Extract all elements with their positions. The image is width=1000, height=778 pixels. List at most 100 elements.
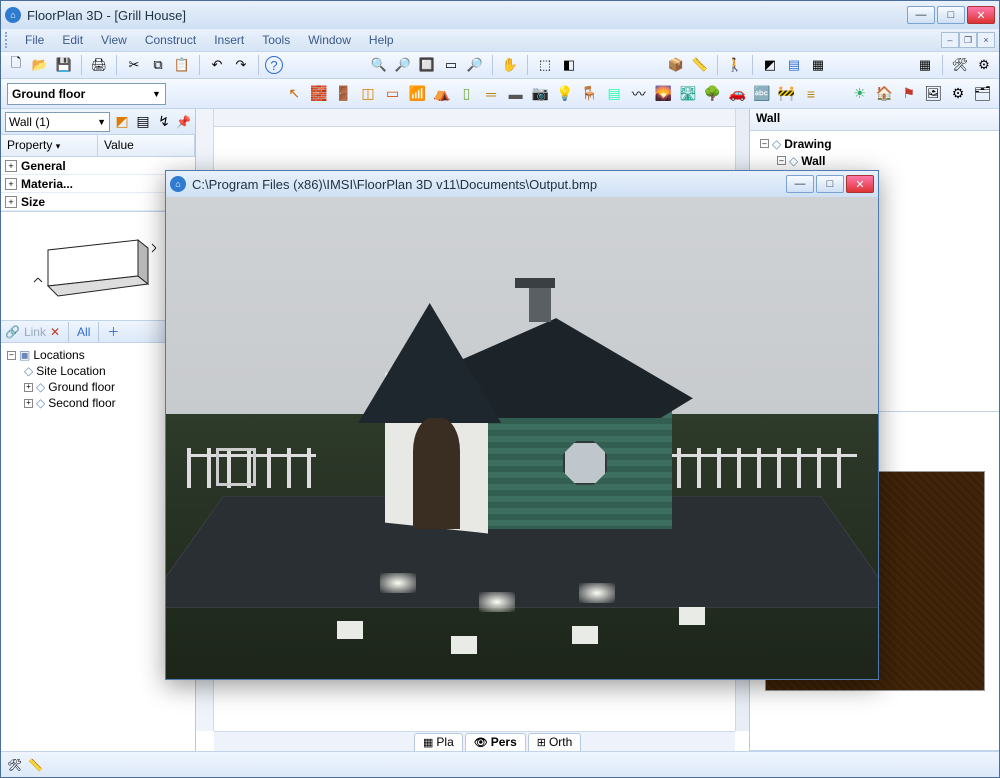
- open-icon[interactable]: 📂: [29, 54, 51, 76]
- path-icon[interactable]: 〰: [628, 83, 649, 105]
- render-output-window[interactable]: ⌂ C:\Program Files (x86)\IMSI\FloorPlan …: [165, 170, 879, 680]
- config-icon[interactable]: ⚙: [948, 83, 969, 105]
- image-icon[interactable]: 🖼: [923, 83, 944, 105]
- menu-edit[interactable]: Edit: [54, 31, 91, 49]
- menubar: File Edit View Construct Insert Tools Wi…: [1, 29, 999, 51]
- prop-tool1-icon[interactable]: ◩: [113, 113, 131, 131]
- slab-icon[interactable]: ▬: [505, 83, 526, 105]
- paste-icon[interactable]: 📋: [171, 54, 193, 76]
- zoom-window-icon[interactable]: 🔲: [416, 54, 438, 76]
- menu-file[interactable]: File: [17, 31, 52, 49]
- column-icon[interactable]: ▯: [456, 83, 477, 105]
- zoom-fit-icon[interactable]: ▭: [440, 54, 462, 76]
- dialog-minimize[interactable]: —: [786, 175, 814, 193]
- fence-icon[interactable]: 🚧: [776, 83, 797, 105]
- window-maximize[interactable]: □: [937, 6, 965, 24]
- plant-icon[interactable]: 🌳: [702, 83, 723, 105]
- window-icon[interactable]: ◫: [358, 83, 379, 105]
- palette-icon[interactable]: 🗂: [972, 83, 993, 105]
- menu-help[interactable]: Help: [361, 31, 402, 49]
- beam-icon[interactable]: ═: [481, 83, 502, 105]
- status-tool-icon[interactable]: 🛠: [7, 758, 22, 772]
- prop-tool3-icon[interactable]: ↯: [155, 113, 173, 131]
- tools2-icon[interactable]: ⚙: [973, 54, 995, 76]
- roof-icon[interactable]: ⛺: [432, 83, 453, 105]
- pan-icon[interactable]: ✋: [499, 54, 521, 76]
- tree-item-ground[interactable]: +◇Ground floor: [7, 379, 189, 395]
- value-col-header[interactable]: Value: [98, 135, 195, 156]
- tools1-icon[interactable]: 🛠: [949, 54, 971, 76]
- status-measure-icon[interactable]: 📏: [28, 758, 43, 772]
- menu-window[interactable]: Window: [300, 31, 359, 49]
- car-icon[interactable]: 🚗: [727, 83, 748, 105]
- tab-plan[interactable]: ▦ Pla: [414, 733, 463, 751]
- terrain-icon[interactable]: 🌄: [653, 83, 674, 105]
- view-iso-icon[interactable]: ◧: [558, 54, 580, 76]
- save-icon[interactable]: 💾: [53, 54, 75, 76]
- redo-icon[interactable]: ↷: [230, 54, 252, 76]
- tree-item-second[interactable]: +◇Second floor: [7, 395, 189, 411]
- opening-icon[interactable]: ▭: [382, 83, 403, 105]
- view-3d-icon[interactable]: ⬚: [534, 54, 556, 76]
- house-icon[interactable]: 🏠: [874, 83, 895, 105]
- filter-all[interactable]: All: [77, 325, 90, 339]
- model-icon[interactable]: 📦: [665, 54, 687, 76]
- walk-icon[interactable]: 🚶: [724, 54, 746, 76]
- measure-icon[interactable]: 📏: [689, 54, 711, 76]
- new-icon[interactable]: 🗋: [5, 54, 27, 76]
- zoom-out-icon[interactable]: 🔎: [392, 54, 414, 76]
- floor-selector-value: Ground floor: [12, 87, 85, 101]
- text-icon[interactable]: 🔤: [751, 83, 772, 105]
- rail-icon[interactable]: ≡: [801, 83, 822, 105]
- stair-icon[interactable]: 📶: [407, 83, 428, 105]
- gate-graphic: [216, 448, 256, 486]
- copy-icon[interactable]: ⧉: [147, 54, 169, 76]
- wall-icon[interactable]: 🧱: [309, 83, 330, 105]
- drawing-wall-node[interactable]: –◇Wall: [760, 152, 997, 169]
- material-icon[interactable]: ◩: [759, 54, 781, 76]
- camera-icon[interactable]: 📷: [530, 83, 551, 105]
- dialog-maximize[interactable]: □: [816, 175, 844, 193]
- menu-insert[interactable]: Insert: [206, 31, 252, 49]
- property-col-header[interactable]: Property ▾: [1, 135, 98, 156]
- floor-selector[interactable]: Ground floor ▼: [7, 83, 166, 105]
- mdi-minimize[interactable]: –: [941, 32, 959, 48]
- menu-tools[interactable]: Tools: [254, 31, 298, 49]
- tab-perspective[interactable]: 👁 Pers: [465, 733, 526, 751]
- prop-tool2-icon[interactable]: ▤: [134, 113, 152, 131]
- drawing-root[interactable]: –◇Drawing: [760, 135, 997, 152]
- light-icon[interactable]: 💡: [555, 83, 576, 105]
- pin-icon[interactable]: 📌: [176, 115, 191, 129]
- mdi-close[interactable]: ×: [977, 32, 995, 48]
- print-icon[interactable]: 🖨: [88, 54, 110, 76]
- flag-icon[interactable]: ⚑: [899, 83, 920, 105]
- dialog-close[interactable]: ✕: [846, 175, 874, 193]
- window-close[interactable]: ✕: [967, 6, 995, 24]
- mdi-restore[interactable]: ❐: [959, 32, 977, 48]
- help-icon[interactable]: ?: [265, 56, 283, 74]
- grid-icon[interactable]: ▦: [914, 54, 936, 76]
- zoom-prev-icon[interactable]: 🔎: [464, 54, 486, 76]
- window-minimize[interactable]: —: [907, 6, 935, 24]
- menu-construct[interactable]: Construct: [137, 31, 204, 49]
- link-tool-icon[interactable]: 🔗: [5, 325, 20, 339]
- menu-grip[interactable]: [5, 32, 11, 48]
- tree-root[interactable]: –▣Locations: [7, 347, 189, 363]
- add-icon[interactable]: ＋: [107, 323, 119, 340]
- sun-icon[interactable]: ☀: [849, 83, 870, 105]
- object-selector[interactable]: Wall (1) ▼: [5, 112, 110, 132]
- zoom-in-icon[interactable]: 🔍: [368, 54, 390, 76]
- tree-item-site[interactable]: ◇Site Location: [7, 363, 189, 379]
- undo-icon[interactable]: ↶: [206, 54, 228, 76]
- menu-view[interactable]: View: [93, 31, 135, 49]
- furniture-icon[interactable]: 🪑: [579, 83, 600, 105]
- door-icon[interactable]: 🚪: [333, 83, 354, 105]
- render-icon[interactable]: ▦: [807, 54, 829, 76]
- layers-icon[interactable]: ▤: [783, 54, 805, 76]
- road-icon[interactable]: 🛣: [678, 83, 699, 105]
- cut-icon[interactable]: ✂: [123, 54, 145, 76]
- deck-icon[interactable]: ▤: [604, 83, 625, 105]
- pointer-icon[interactable]: ↖: [284, 83, 305, 105]
- tab-ortho[interactable]: ⊞ Orth: [528, 733, 582, 751]
- delete-icon[interactable]: ✕: [50, 325, 60, 339]
